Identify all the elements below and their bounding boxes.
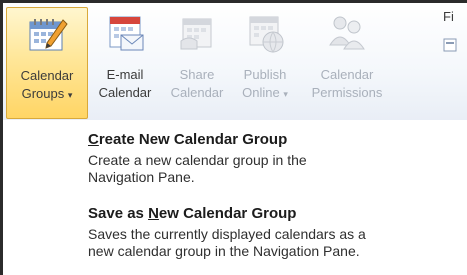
dropdown-arrow-icon: ▾ — [283, 89, 288, 99]
share-calendar-button[interactable]: Share Calendar — [164, 7, 230, 117]
clipped-icon — [443, 38, 457, 52]
share-calendar-label-line1: Share — [179, 67, 215, 82]
menu-item-title: Create New Calendar Group — [88, 131, 288, 148]
calendar-globe-icon — [249, 16, 284, 53]
calendar-groups-button[interactable]: Calendar Groups ▾ — [6, 7, 88, 119]
calendar-groups-dropdown-menu: Create New Calendar Group Create a new c… — [3, 120, 467, 275]
calendar-permissions-icon — [329, 16, 365, 50]
calendar-email-icon — [109, 16, 144, 51]
ribbon-group-share: Calendar Groups ▾ E-mail Calendar Share … — [3, 3, 467, 121]
menu-item-save-as-new-calendar-group[interactable]: Save as New Calendar Group Saves the cur… — [88, 204, 463, 260]
access-key: N — [148, 205, 159, 222]
access-key: C — [88, 131, 99, 148]
menu-item-description: Create a new calendar group in the Navig… — [88, 152, 307, 185]
calendar-permissions-button[interactable]: Calendar Permissions — [301, 7, 393, 117]
menu-item-description: Saves the currently displayed calendars … — [88, 226, 366, 259]
calendar-permissions-label-line2: Permissions — [311, 85, 383, 100]
clipped-label: Fi — [443, 9, 454, 24]
clipped-next-group: Fi — [443, 9, 467, 69]
calendar-share-icon — [180, 18, 212, 50]
calendar-groups-label-line1: Calendar — [20, 68, 74, 83]
menu-item-create-new-calendar-group[interactable]: Create New Calendar Group Create a new c… — [88, 130, 463, 186]
calendar-groups-label-line2: Groups ▾ — [21, 86, 73, 101]
publish-online-button[interactable]: Publish Online ▾ — [232, 7, 298, 117]
menu-item-title: Save as New Calendar Group — [88, 205, 297, 222]
share-calendar-label-line2: Calendar — [170, 85, 224, 100]
email-calendar-label-line2: Calendar — [98, 85, 152, 100]
publish-online-label-line2: Online ▾ — [242, 85, 288, 100]
email-calendar-label-line1: E-mail — [106, 67, 144, 82]
publish-online-label-line1: Publish — [243, 67, 287, 82]
dropdown-arrow-icon: ▾ — [67, 90, 73, 100]
calendar-permissions-label-line1: Calendar — [320, 67, 374, 82]
calendar-pencil-icon — [29, 19, 68, 51]
email-calendar-button[interactable]: E-mail Calendar — [89, 7, 161, 117]
